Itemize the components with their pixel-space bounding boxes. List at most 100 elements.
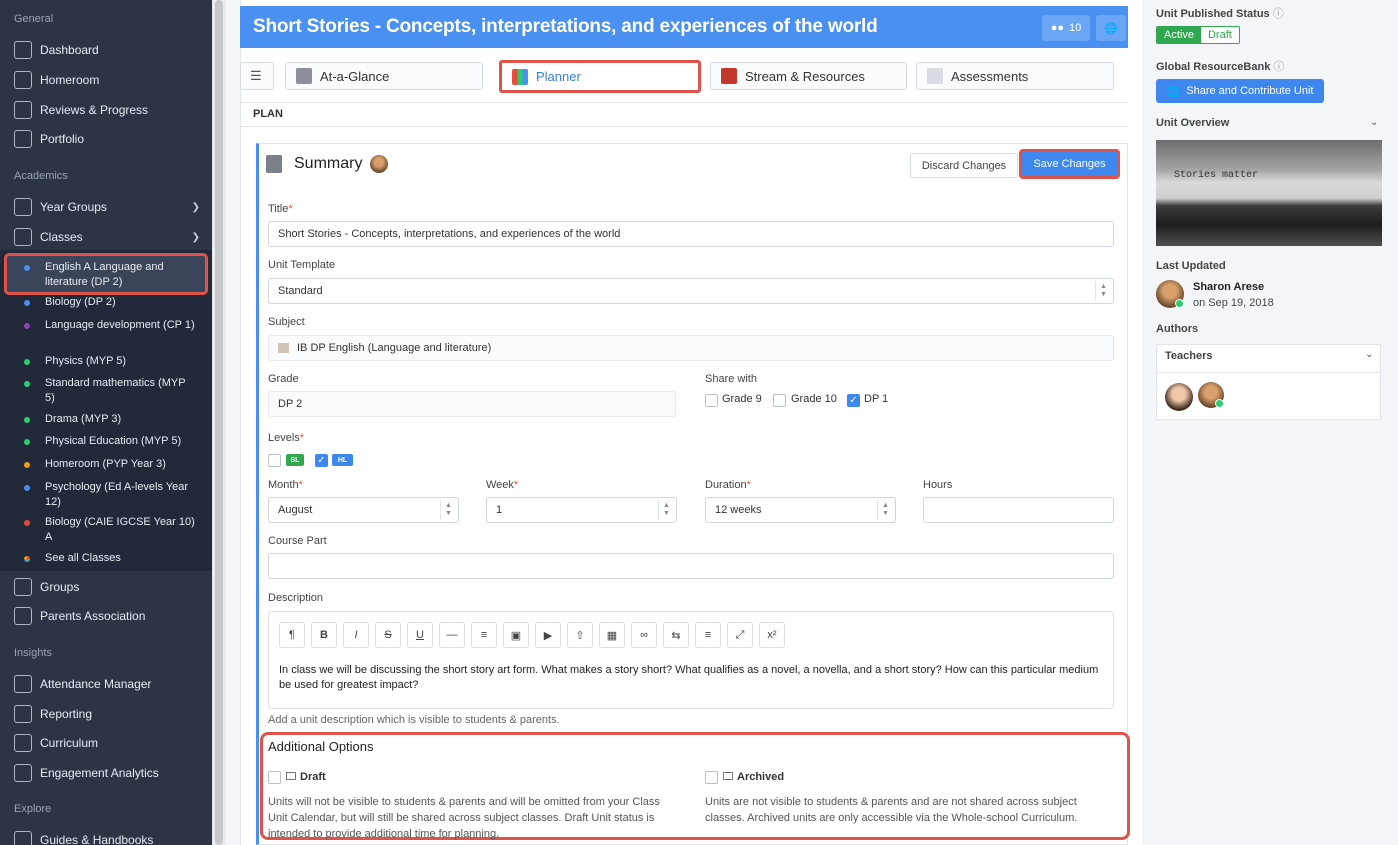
template-label: Unit Template (268, 259, 336, 271)
video-icon[interactable]: ▶ (535, 622, 561, 648)
sidebar-item-reporting[interactable]: Reporting (0, 700, 212, 728)
chevron-down-icon[interactable]: ⌄ (1370, 117, 1378, 128)
class-item[interactable]: Homeroom (PYP Year 3) (0, 457, 212, 472)
sidebar-item-groups[interactable]: Groups (0, 573, 212, 601)
duration-label: Duration* (705, 479, 751, 491)
share-grade10-checkbox[interactable] (773, 394, 786, 407)
authors-label: Authors (1156, 323, 1199, 335)
month-select[interactable]: August ▲ ▼ (268, 497, 459, 523)
table-icon[interactable]: ▦ (599, 622, 625, 648)
draft-checkbox[interactable] (268, 771, 281, 784)
horizontal-rule-icon[interactable]: — (439, 622, 465, 648)
avatar[interactable] (1165, 383, 1193, 411)
image-icon[interactable]: ▣ (503, 622, 529, 648)
members-button[interactable]: ●● 10 (1042, 15, 1090, 41)
draft-icon (286, 772, 296, 780)
grade-label: Grade (268, 373, 299, 385)
tab-at-a-glance[interactable]: At-a-Glance (285, 62, 483, 90)
scrollbar-thumb[interactable] (215, 0, 223, 845)
title-input[interactable]: Short Stories - Concepts, interpretation… (268, 221, 1114, 247)
share-grade9-label: Grade 9 (722, 393, 762, 405)
sidebar-item-attendance[interactable]: Attendance Manager (0, 670, 212, 698)
align-icon[interactable]: ≡ (695, 622, 721, 648)
class-item[interactable]: Physical Education (MYP 5) (0, 434, 212, 449)
hours-label: Hours (923, 479, 953, 491)
share-contribute-button[interactable]: 🌐 Share and Contribute Unit (1156, 79, 1324, 103)
level-hl-checkbox[interactable]: ✓ (315, 454, 328, 467)
sidebar-item-engagement[interactable]: Engagement Analytics (0, 759, 212, 787)
description-text[interactable]: In class we will be discussing the short… (279, 663, 1099, 693)
teachers-label: Teachers (1165, 350, 1213, 362)
link-icon[interactable]: ∞ (631, 622, 657, 648)
class-item[interactable]: Biology (CAIE IGCSE Year 10) A (0, 515, 212, 545)
save-changes-button[interactable]: Save Changes (1019, 149, 1120, 179)
description-editor[interactable]: ¶ B I S U — ≡ ▣ ▶ ⇧ ▦ ∞ ⇆ ≡ ⤢ x² In clas… (268, 611, 1114, 709)
sidebar-item-curriculum[interactable]: Curriculum (0, 729, 212, 757)
fullscreen-icon[interactable]: ⤢ (727, 622, 753, 648)
unit-overview-image[interactable]: Stories matter (1156, 140, 1382, 246)
week-select[interactable]: 1 ▲ ▼ (486, 497, 677, 523)
tab-stream-resources[interactable]: Stream & Resources (710, 62, 907, 90)
sidebar: General Dashboard Homeroom Reviews & Pro… (0, 0, 212, 845)
select-arrows-icon: ▲ ▼ (877, 500, 893, 520)
course-part-input[interactable] (268, 553, 1114, 579)
right-panel: Unit Published Status ⓘ Active Draft Glo… (1142, 0, 1398, 845)
paragraph-icon[interactable]: ¶ (279, 622, 305, 648)
section-explore: Explore (14, 803, 52, 815)
strikethrough-icon[interactable]: S (375, 622, 401, 648)
status-draft[interactable]: Draft (1200, 27, 1239, 43)
sidebar-scrollbar[interactable] (212, 0, 226, 845)
see-all-classes[interactable]: See all Classes (0, 551, 212, 566)
status-active[interactable]: Active (1157, 27, 1201, 43)
duration-select[interactable]: 12 weeks ▲ ▼ (705, 497, 896, 523)
level-sl-checkbox[interactable] (268, 454, 281, 467)
sidebar-item-reviews[interactable]: Reviews & Progress (0, 96, 212, 124)
sidebar-item-portfolio[interactable]: Portfolio (0, 125, 212, 153)
class-item[interactable]: Biology (DP 2) (0, 295, 212, 310)
editor-toolbar: ¶ B I S U — ≡ ▣ ▶ ⇧ ▦ ∞ ⇆ ≡ ⤢ x² (279, 622, 785, 648)
class-item[interactable]: Psychology (Ed A-levels Year 12) (0, 480, 212, 510)
chevron-right-icon: ❯ (191, 201, 200, 213)
draft-description: Units will not be visible to students & … (268, 796, 660, 840)
class-item[interactable]: Physics (MYP 5) (0, 354, 212, 369)
info-icon: ⓘ (1273, 61, 1285, 73)
archived-checkbox[interactable] (705, 771, 718, 784)
template-select[interactable]: Standard ▲ ▼ (268, 278, 1114, 304)
sidebar-item-year-groups[interactable]: Year Groups ❯ (0, 193, 212, 221)
embed-icon[interactable]: ⇧ (567, 622, 593, 648)
sidebar-item-classes[interactable]: Classes ❯ (0, 223, 212, 251)
tab-planner[interactable]: Planner (499, 60, 701, 93)
superscript-icon[interactable]: x² (759, 622, 785, 648)
share-grade9-checkbox[interactable] (705, 394, 718, 407)
tab-assessments[interactable]: Assessments (916, 62, 1114, 90)
sidebar-item-homeroom[interactable]: Homeroom (0, 66, 212, 94)
plan-label: PLAN (253, 108, 283, 120)
underline-icon[interactable]: U (407, 622, 433, 648)
chevron-down-icon[interactable]: ⌄ (1365, 349, 1373, 360)
globe-button[interactable]: 🌐 (1096, 15, 1126, 41)
description-hint: Add a unit description which is visible … (268, 714, 560, 726)
unit-overview-label: Unit Overview (1156, 117, 1230, 129)
class-dot (24, 485, 30, 491)
chevron-down-icon: ❯ (191, 231, 200, 243)
hours-input[interactable] (923, 497, 1114, 523)
class-item[interactable]: Drama (MYP 3) (0, 412, 212, 427)
list-icon: ☰ (250, 68, 262, 83)
class-item[interactable]: English A Language and literature (DP 2) (0, 260, 212, 290)
class-item[interactable]: Standard mathematics (MYP 5) (0, 376, 212, 406)
course-part-label: Course Part (268, 535, 327, 547)
sidebar-item-dashboard[interactable]: Dashboard (0, 36, 212, 64)
italic-icon[interactable]: I (343, 622, 369, 648)
updated-by: Sharon Arese (1193, 281, 1265, 293)
sidebar-item-parents[interactable]: Parents Association (0, 602, 212, 630)
sidebar-item-guides[interactable]: Guides & Handbooks (0, 826, 212, 845)
discard-changes-button[interactable]: Discard Changes (910, 153, 1018, 178)
book-icon (14, 831, 32, 845)
bold-icon[interactable]: B (311, 622, 337, 648)
report-icon (14, 705, 32, 723)
toc-button[interactable]: ☰ (240, 62, 274, 90)
class-item[interactable]: Language development (CP 1) (0, 318, 212, 333)
list-icon[interactable]: ≡ (471, 622, 497, 648)
swap-icon[interactable]: ⇆ (663, 622, 689, 648)
share-dp1-checkbox[interactable]: ✓ (847, 394, 860, 407)
